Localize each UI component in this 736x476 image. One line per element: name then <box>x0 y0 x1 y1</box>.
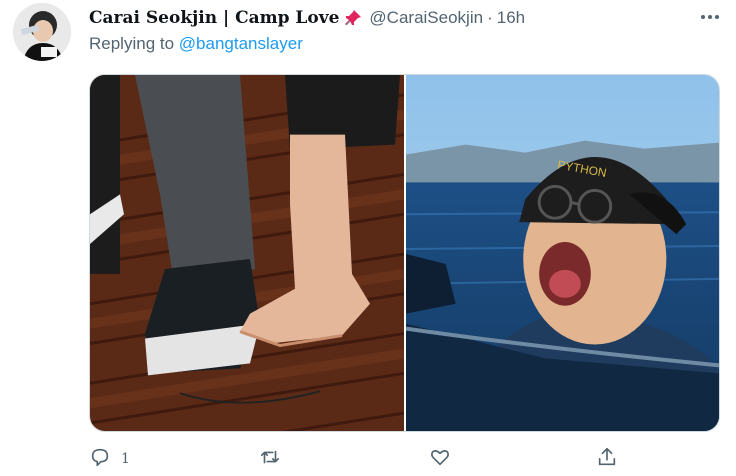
reply-button[interactable]: 1 <box>89 444 130 474</box>
avatar[interactable] <box>13 3 71 61</box>
separator-dot: · <box>487 8 493 27</box>
more-button[interactable] <box>696 6 724 28</box>
replying-to-label: Replying to <box>89 34 175 53</box>
media-image-right[interactable]: PYTHON <box>406 75 719 431</box>
replying-to-handle-link[interactable]: @bangtanslayer <box>179 34 303 53</box>
display-name[interactable]: Carai Seokjin | Camp Love <box>89 8 339 28</box>
avatar-image <box>13 3 71 61</box>
replying-to: Replying to @bangtanslayer <box>89 34 303 54</box>
reply-icon <box>89 446 111 473</box>
reply-count: 1 <box>121 451 130 467</box>
retweet-icon <box>259 446 281 473</box>
share-icon <box>596 446 618 473</box>
share-button[interactable] <box>596 444 618 474</box>
pushpin-icon <box>343 8 363 28</box>
tweet-actions: 1 <box>89 444 629 474</box>
tweet-header: Carai Seokjin | Camp Love @CaraiSeokjin … <box>89 6 525 30</box>
media-image-left[interactable] <box>90 75 404 431</box>
like-button[interactable] <box>429 444 461 474</box>
user-handle[interactable]: @CaraiSeokjin <box>369 8 483 28</box>
timestamp[interactable]: 16h <box>497 8 525 28</box>
heart-icon <box>429 446 451 473</box>
tweet[interactable]: Carai Seokjin | Camp Love @CaraiSeokjin … <box>0 0 736 476</box>
retweet-button[interactable] <box>259 444 291 474</box>
tweet-media[interactable]: PYTHON <box>89 74 720 432</box>
more-icon <box>698 8 722 26</box>
